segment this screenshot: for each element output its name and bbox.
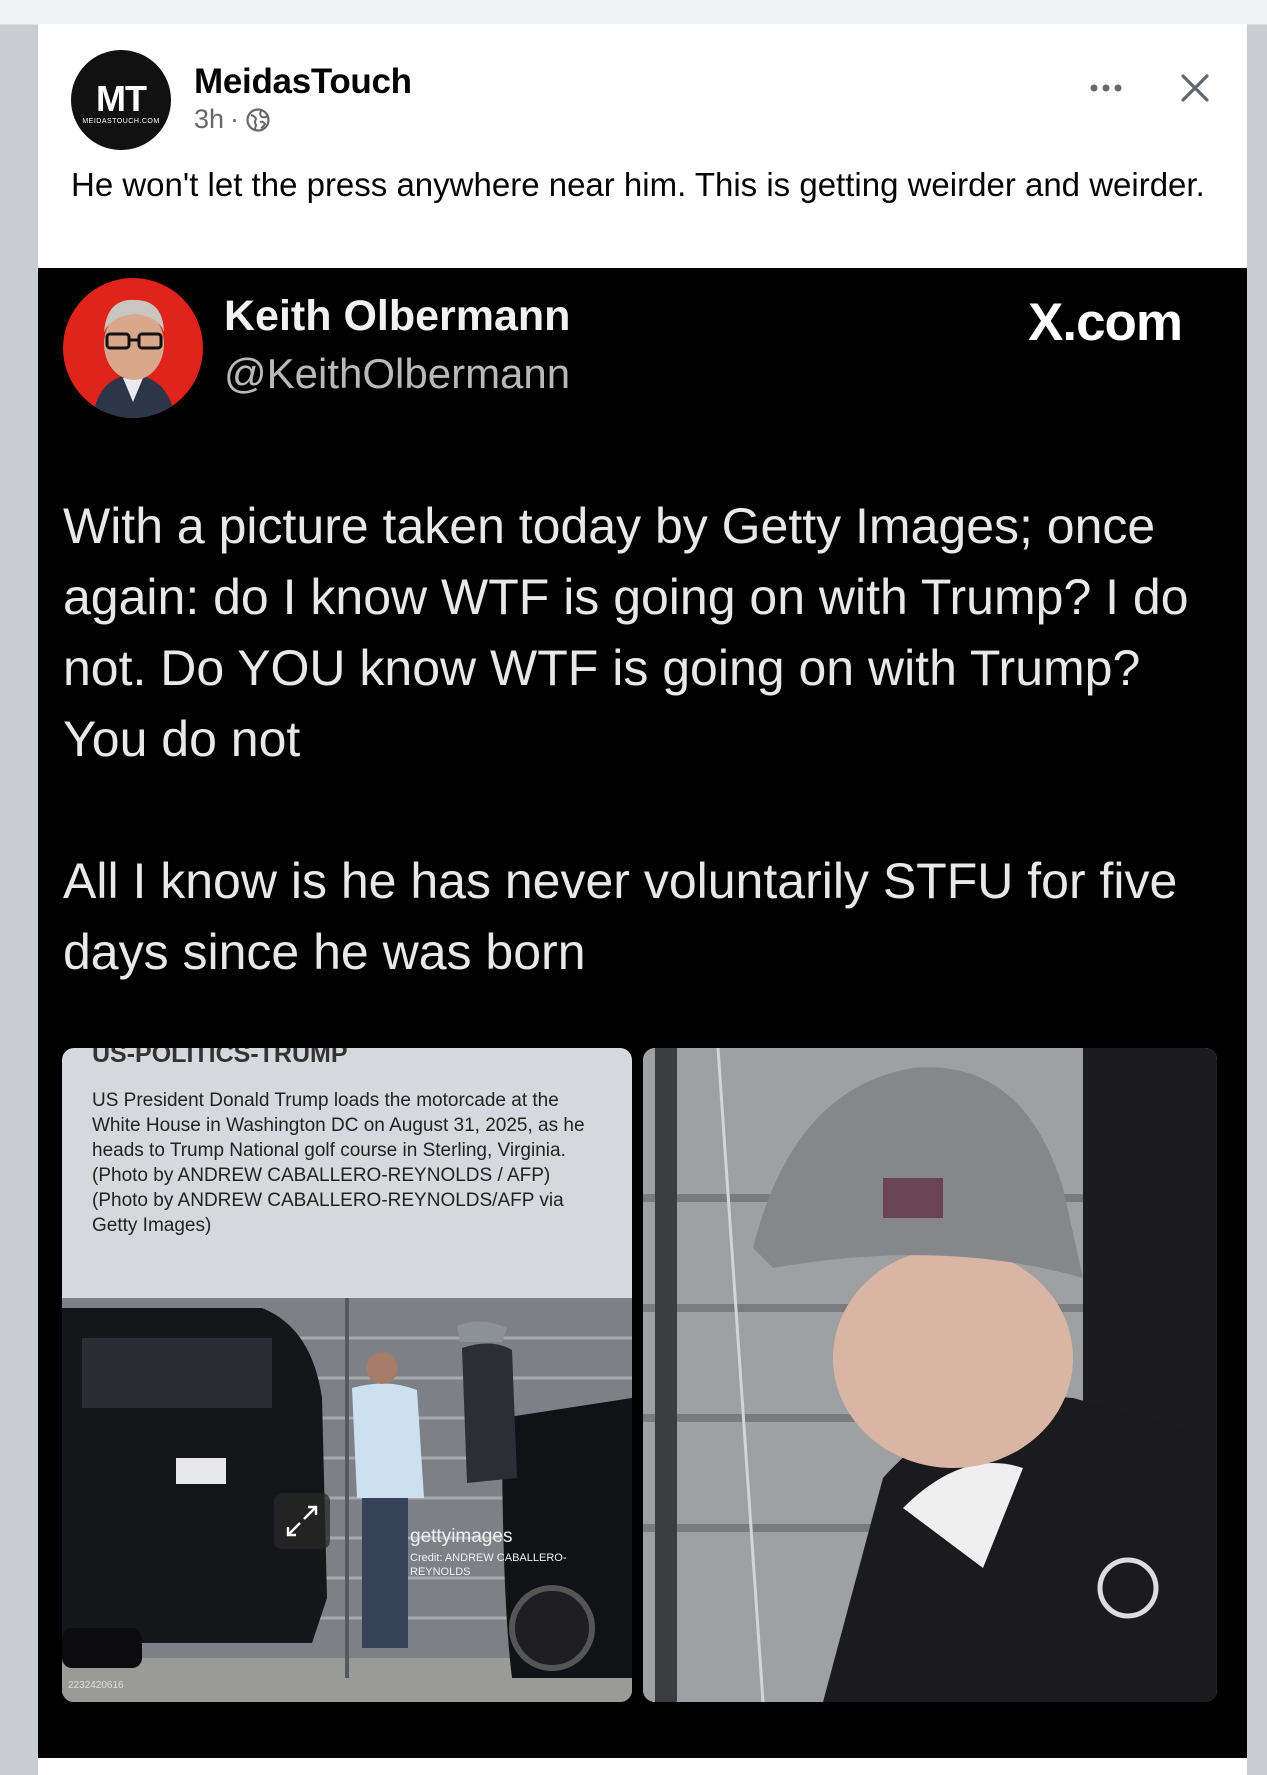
- getty-watermark: gettyimages: [410, 1526, 513, 1547]
- meta-separator: ·: [230, 104, 240, 134]
- post-text: He won't let the press anywhere near him…: [71, 166, 1205, 203]
- tweet-paragraph-1: With a picture taken today by Getty Imag…: [63, 498, 1189, 767]
- post-meta: 3h ·: [194, 104, 271, 135]
- closeup-image: [643, 1048, 1217, 1702]
- page-avatar[interactable]: MT MEIDASTOUCH.COM: [71, 50, 171, 150]
- tweet-author-handle: @KeithOlbermann: [224, 350, 571, 397]
- post-media[interactable]: Keith Olbermann @KeithOlbermann X.com Wi…: [38, 268, 1247, 1758]
- post-time[interactable]: 3h: [194, 104, 224, 135]
- tweet-author-name: Keith Olbermann: [224, 292, 571, 340]
- expand-icon[interactable]: [274, 1493, 330, 1549]
- post-header: MT MEIDASTOUCH.COM MeidasTouch 3h ·: [38, 24, 1247, 164]
- top-bar: [0, 0, 1267, 25]
- post-card: MT MEIDASTOUCH.COM MeidasTouch 3h · He w…: [38, 24, 1247, 1775]
- getty-credit: Credit: ANDREW CABALLERO-REYNOLDS: [410, 1552, 567, 1578]
- globe-icon[interactable]: [245, 107, 271, 133]
- getty-heading: US-POLITICS-TRUMP: [92, 1048, 348, 1068]
- tweet-source: X.com: [1028, 293, 1183, 352]
- tweet-text: With a picture taken today by Getty Imag…: [63, 491, 1223, 988]
- more-horizontal-icon[interactable]: [1083, 74, 1129, 102]
- close-icon[interactable]: [1175, 68, 1215, 108]
- tweet-paragraph-2: All I know is he has never voluntarily S…: [63, 853, 1178, 980]
- getty-caption: US President Donald Trump loads the moto…: [92, 1090, 585, 1236]
- getty-photo-id: 2232420616: [68, 1680, 124, 1691]
- avatar-logo-subtext: MEIDASTOUCH.COM: [82, 118, 160, 125]
- getty-photo: US-POLITICS-TRUMP US President Donald Tr…: [62, 1048, 632, 1702]
- closeup-photo: [643, 1048, 1217, 1702]
- motorcade-photo: [62, 1298, 632, 1702]
- avatar-logo-text: MT: [96, 78, 147, 119]
- author-name[interactable]: MeidasTouch: [194, 62, 412, 102]
- tweet-author-avatar: [63, 278, 203, 418]
